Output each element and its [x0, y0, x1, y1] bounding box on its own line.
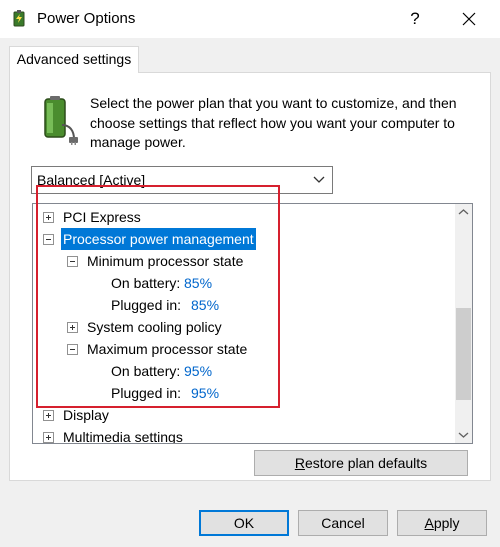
close-button[interactable] — [456, 6, 482, 32]
setting-value-link[interactable]: 85% — [191, 294, 219, 316]
scrollbar-thumb[interactable] — [456, 308, 471, 400]
cancel-button[interactable]: Cancel — [298, 510, 388, 536]
setting-label: On battery: — [111, 363, 181, 379]
setting-label: On battery: — [111, 275, 181, 291]
setting-label: Plugged in: — [111, 297, 182, 313]
battery-power-icon — [44, 96, 78, 145]
tree-label: Minimum processor state — [87, 253, 244, 269]
expand-icon[interactable] — [43, 410, 54, 421]
window-title: Power Options — [37, 10, 136, 27]
close-icon — [462, 12, 476, 26]
tab-advanced-settings[interactable]: Advanced settings — [9, 46, 139, 73]
power-options-icon — [13, 10, 25, 27]
collapse-icon[interactable] — [43, 234, 54, 245]
tree-label: Multimedia settings — [63, 429, 183, 444]
tab-panel: Select the power plan that you want to c… — [9, 72, 491, 481]
setting-value-link[interactable]: 85% — [184, 272, 212, 294]
collapse-icon[interactable] — [67, 256, 78, 267]
expand-icon[interactable] — [43, 432, 54, 443]
setting-value-link[interactable]: 95% — [191, 382, 219, 404]
tree-label: Maximum processor state — [87, 341, 248, 357]
apply-label: pply — [433, 515, 460, 531]
power-plan-select[interactable]: Balanced [Active] — [31, 166, 333, 194]
tree-scrollbar[interactable] — [455, 204, 472, 443]
ok-button[interactable]: OK — [199, 510, 289, 536]
apply-button[interactable]: Apply — [397, 510, 487, 536]
restore-accelerator: R — [294, 455, 305, 471]
tree-label: PCI Express — [63, 209, 141, 225]
tree-label: System cooling policy — [87, 319, 222, 335]
tree-label: Display — [63, 407, 109, 423]
restore-label: estore plan defaults — [304, 455, 428, 471]
setting-label: Plugged in: — [111, 385, 182, 401]
settings-tree[interactable]: PCI Express Processor power management M… — [32, 203, 473, 444]
collapse-icon[interactable] — [67, 344, 78, 355]
expand-icon[interactable] — [43, 212, 54, 223]
apply-accelerator: A — [424, 515, 434, 531]
setting-value-link[interactable]: 95% — [184, 360, 212, 382]
restore-plan-defaults-button[interactable]: Restore plan defaults — [254, 450, 468, 476]
help-button[interactable]: ? — [402, 6, 428, 32]
title-bar: Power Options ? — [0, 0, 500, 38]
expand-icon[interactable] — [67, 322, 78, 333]
plan-select-value: Balanced [Active] — [37, 172, 146, 188]
tree-label-selected: Processor power management — [61, 228, 256, 250]
dialog-body: Advanced settings Select the power plan … — [0, 38, 500, 547]
scroll-down-arrow-icon[interactable] — [455, 426, 472, 443]
scroll-up-arrow-icon[interactable] — [455, 204, 472, 221]
chevron-down-icon — [313, 176, 325, 183]
plan-description: Select the power plan that you want to c… — [90, 95, 457, 150]
